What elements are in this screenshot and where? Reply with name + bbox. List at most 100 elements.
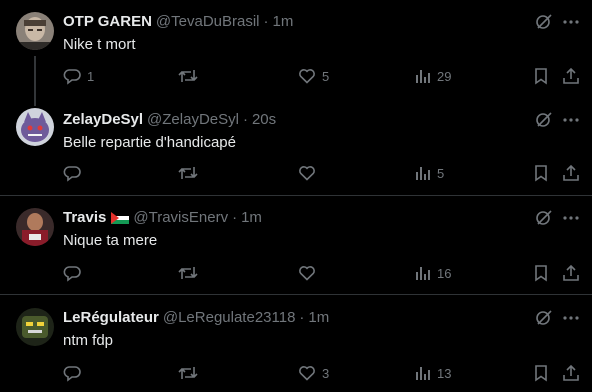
reply-count: 1 — [87, 68, 95, 84]
timestamp[interactable]: 1m — [273, 12, 294, 32]
share-icon — [562, 164, 580, 182]
tweet-header: OTP GAREN @TevaDuBrasil · 1m — [63, 12, 293, 32]
reply-button[interactable] — [63, 362, 87, 384]
retweet-icon — [178, 264, 198, 282]
views-button[interactable]: 16 — [415, 262, 451, 284]
bookmark-button[interactable] — [533, 262, 549, 284]
retweet-button[interactable] — [178, 65, 198, 87]
more-icon[interactable] — [560, 307, 582, 329]
grok-icon[interactable] — [533, 109, 555, 131]
more-icon[interactable] — [560, 109, 582, 131]
like-count: 3 — [322, 365, 330, 381]
share-icon — [562, 67, 580, 85]
views-count: 13 — [437, 365, 452, 381]
like-button[interactable] — [298, 262, 322, 284]
views-count: 5 — [437, 165, 445, 181]
reply-icon — [63, 164, 81, 182]
bookmark-button[interactable] — [533, 362, 549, 384]
user-handle[interactable]: @LeRegulate23118 — [163, 308, 296, 328]
share-button[interactable] — [562, 162, 580, 184]
tweet-text: ntm fdp — [63, 332, 114, 349]
like-button[interactable]: 5 — [298, 65, 329, 87]
avatar[interactable] — [16, 208, 54, 246]
retweet-button[interactable] — [178, 262, 198, 284]
palestine-flag-icon — [111, 212, 130, 224]
tweet-text: Belle repartie d'handicapé — [63, 134, 236, 151]
reply-icon — [63, 264, 81, 282]
timestamp[interactable]: 1m — [241, 208, 262, 228]
reply-button[interactable] — [63, 162, 87, 184]
avatar[interactable] — [16, 108, 54, 146]
tweet-header: Travis @TravisEnerv · 1m — [63, 208, 262, 228]
grok-icon[interactable] — [533, 307, 555, 329]
tweet-header: ZelayDeSyl @ZelayDeSyl · 20s — [63, 110, 276, 130]
tweet-actions: 3 13 — [0, 362, 592, 384]
grok-icon[interactable] — [533, 207, 555, 229]
separator-dot: · — [242, 111, 248, 128]
bookmark-button[interactable] — [533, 162, 549, 184]
avatar[interactable] — [16, 308, 54, 346]
retweet-icon — [178, 67, 198, 85]
views-count: 16 — [437, 265, 452, 281]
bookmark-icon — [533, 164, 549, 182]
views-icon — [415, 164, 431, 182]
views-button[interactable]: 5 — [415, 162, 444, 184]
separator-dot: · — [232, 209, 238, 226]
tweet-text: Nike t mort — [63, 36, 136, 53]
share-button[interactable] — [562, 262, 580, 284]
tweet-4[interactable]: LeRégulateur @LeRegulate23118 · 1m ntm f… — [0, 295, 592, 392]
views-icon — [415, 364, 431, 382]
bookmark-button[interactable] — [533, 65, 549, 87]
reply-button[interactable] — [63, 262, 87, 284]
tweet-actions: 5 — [0, 162, 592, 184]
like-count: 5 — [322, 68, 330, 84]
views-icon — [415, 264, 431, 282]
more-icon[interactable] — [560, 207, 582, 229]
grok-icon[interactable] — [533, 11, 555, 33]
display-name[interactable]: LeRégulateur — [63, 308, 159, 328]
tweet-2[interactable]: ZelayDeSyl @ZelayDeSyl · 20s Belle repar… — [0, 100, 592, 195]
like-icon — [298, 164, 316, 182]
tweet-1[interactable]: OTP GAREN @TevaDuBrasil · 1m Nike t mort… — [0, 0, 592, 106]
share-button[interactable] — [562, 362, 580, 384]
retweet-icon — [178, 164, 198, 182]
reply-button[interactable]: 1 — [63, 65, 94, 87]
like-icon — [298, 364, 316, 382]
views-count: 29 — [437, 68, 452, 84]
bookmark-icon — [533, 264, 549, 282]
avatar[interactable] — [16, 12, 54, 50]
bookmark-icon — [533, 364, 549, 382]
tweet-actions: 1 5 29 — [0, 65, 592, 87]
display-name[interactable]: Travis — [63, 208, 106, 228]
share-button[interactable] — [562, 65, 580, 87]
views-icon — [415, 67, 431, 85]
timestamp[interactable]: 20s — [252, 110, 276, 130]
views-button[interactable]: 13 — [415, 362, 451, 384]
timestamp[interactable]: 1m — [308, 308, 329, 328]
like-icon — [298, 264, 316, 282]
tweet-text: Nique ta mere — [63, 232, 158, 249]
display-name[interactable]: OTP GAREN — [63, 12, 152, 32]
retweet-button[interactable] — [178, 162, 198, 184]
bookmark-icon — [533, 67, 549, 85]
like-button[interactable] — [298, 162, 322, 184]
tweet-3[interactable]: Travis @TravisEnerv · 1m Nique ta mere 1… — [0, 196, 592, 294]
display-name[interactable]: ZelayDeSyl — [63, 110, 143, 130]
share-icon — [562, 264, 580, 282]
retweet-icon — [178, 364, 198, 382]
tweet-header: LeRégulateur @LeRegulate23118 · 1m — [63, 308, 329, 328]
reply-icon — [63, 364, 81, 382]
like-icon — [298, 67, 316, 85]
share-icon — [562, 364, 580, 382]
reply-icon — [63, 67, 81, 85]
user-handle[interactable]: @ZelayDeSyl — [147, 110, 239, 130]
separator-dot: · — [263, 13, 269, 30]
user-handle[interactable]: @TravisEnerv — [133, 208, 228, 228]
tweet-actions: 16 — [0, 262, 592, 284]
like-button[interactable]: 3 — [298, 362, 329, 384]
user-handle[interactable]: @TevaDuBrasil — [156, 12, 260, 32]
views-button[interactable]: 29 — [415, 65, 451, 87]
separator-dot: · — [299, 309, 305, 326]
retweet-button[interactable] — [178, 362, 198, 384]
more-icon[interactable] — [560, 11, 582, 33]
